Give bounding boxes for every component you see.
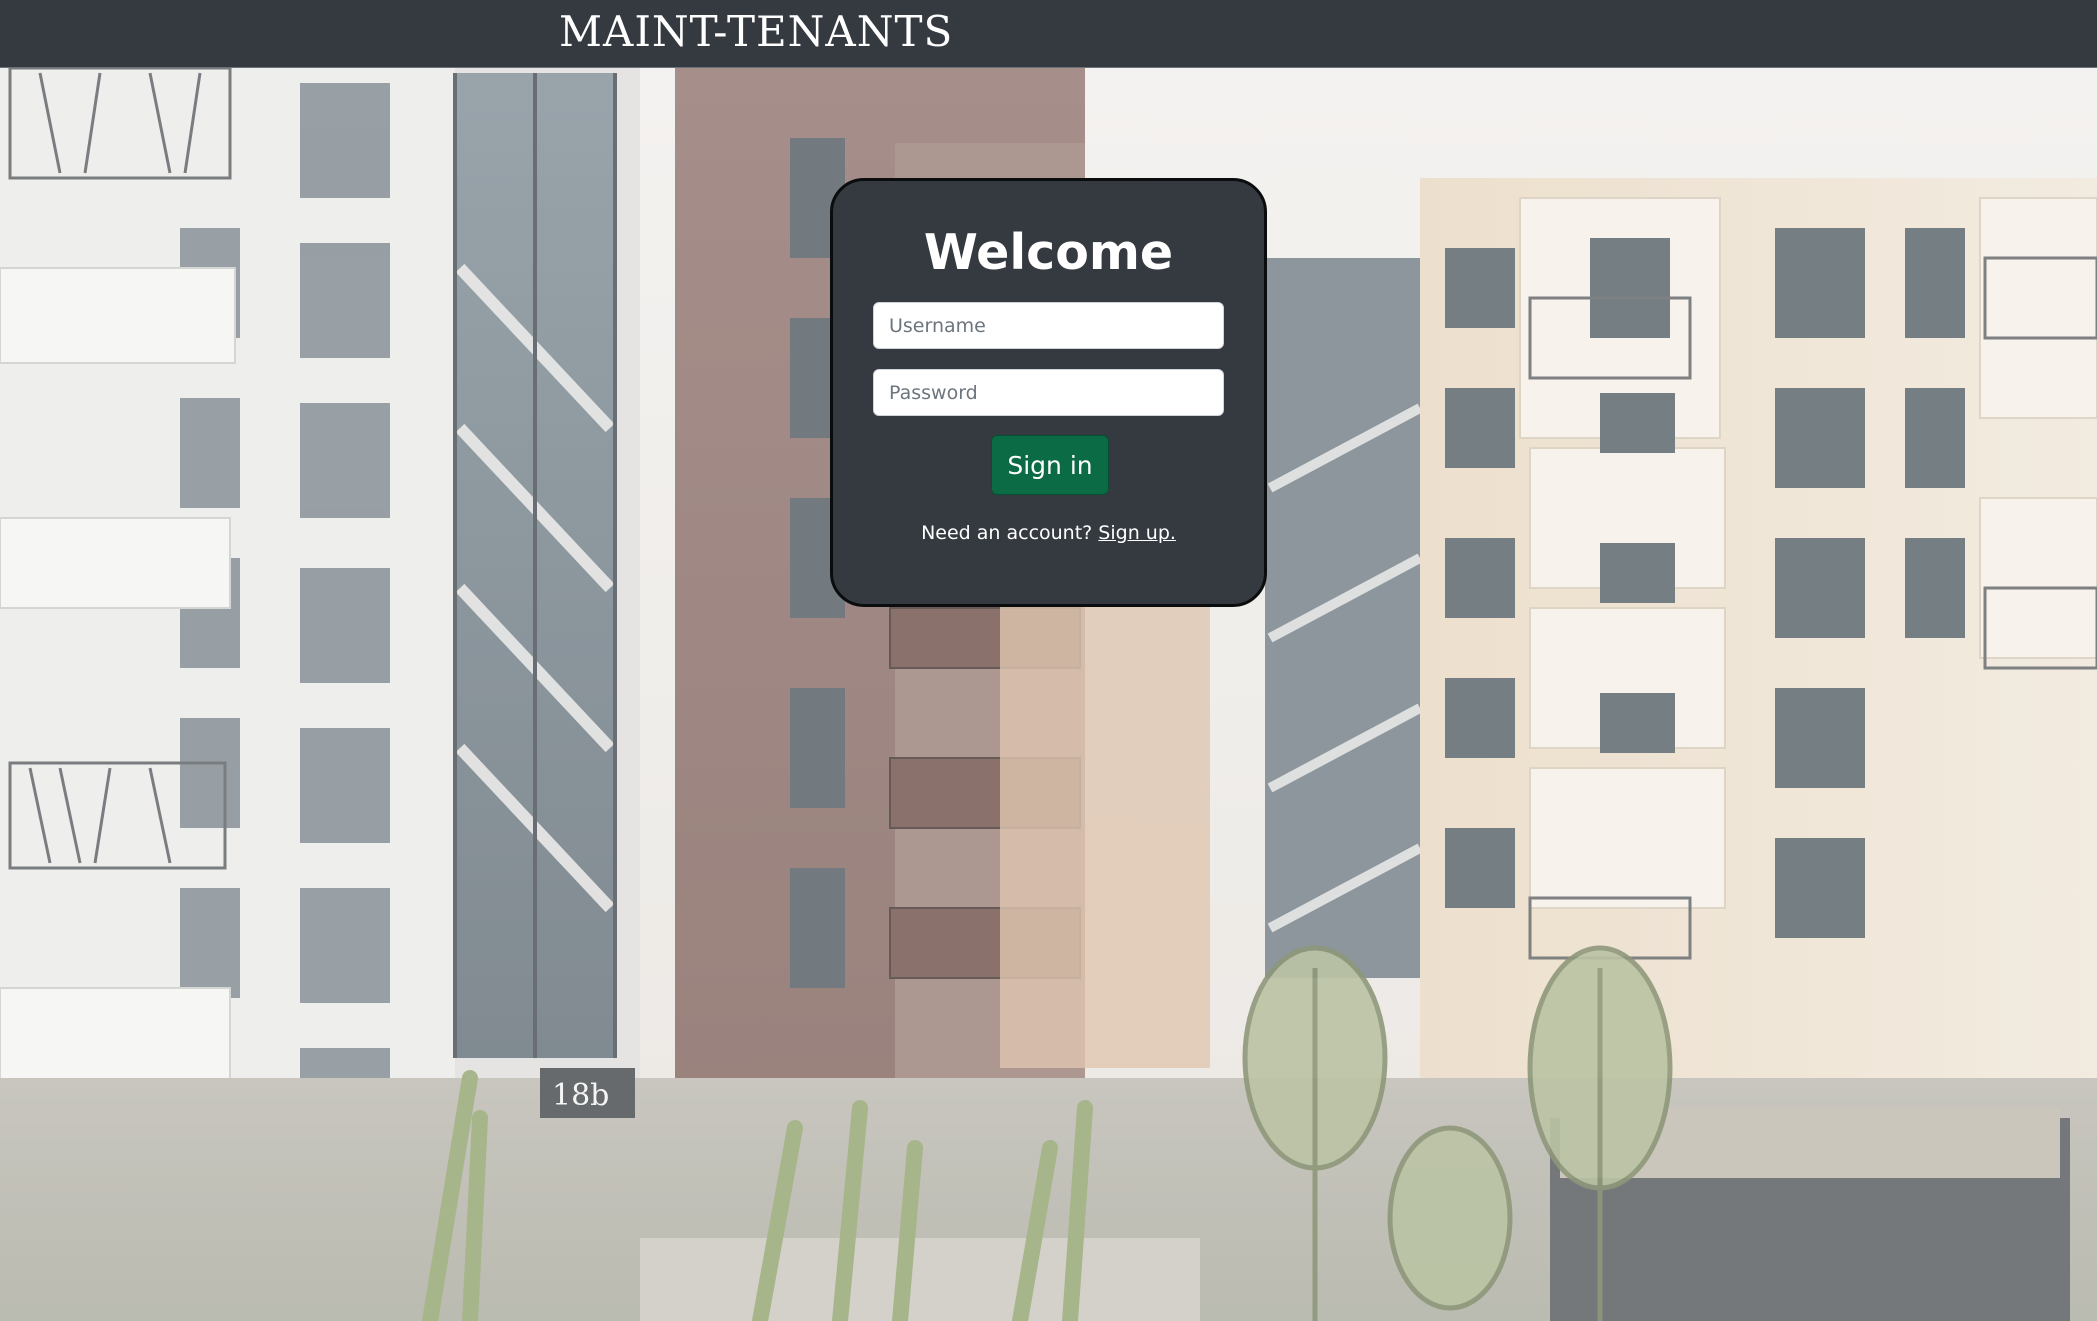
sign-in-button[interactable]: Sign in [991, 435, 1109, 495]
username-input[interactable] [873, 302, 1224, 349]
login-card: Welcome Sign in Need an account? Sign up… [830, 178, 1267, 607]
welcome-heading: Welcome [923, 224, 1174, 281]
signup-prompt-row: Need an account? Sign up. [833, 519, 1264, 547]
svg-text:18b: 18b [552, 1078, 609, 1113]
password-input[interactable] [873, 369, 1224, 416]
brand-title[interactable]: MAINT-TENANTS [559, 4, 953, 60]
sign-up-link[interactable]: Sign up. [1098, 522, 1176, 544]
top-navbar: MAINT-TENANTS [0, 0, 2097, 68]
signup-prompt-text: Need an account? [921, 522, 1099, 544]
